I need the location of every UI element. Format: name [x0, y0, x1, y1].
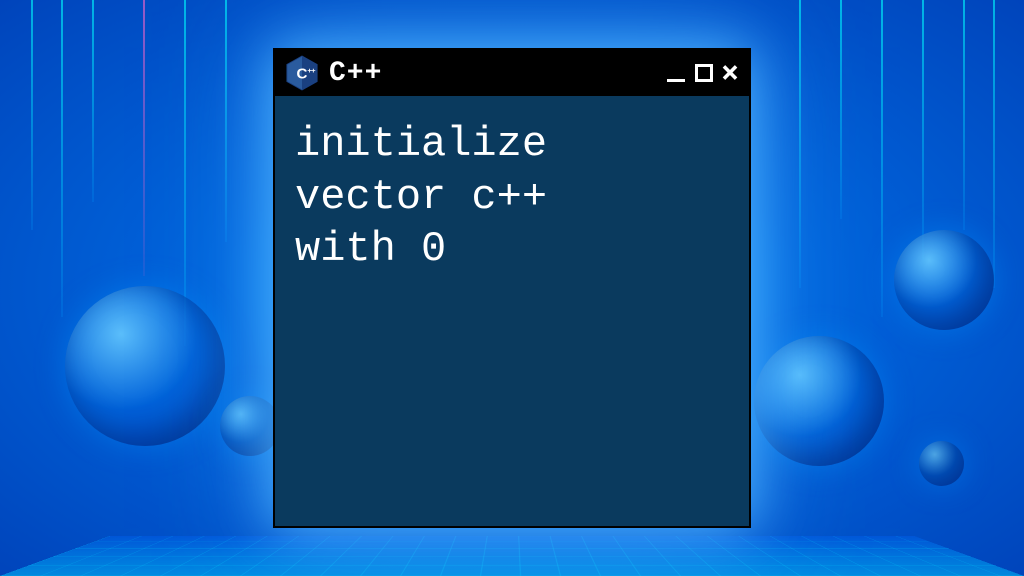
close-button[interactable]: × — [721, 58, 739, 88]
code-content: initialize vector c++ with 0 — [295, 118, 729, 276]
maximize-icon — [695, 64, 713, 82]
minimize-button[interactable] — [667, 65, 687, 82]
maximize-button[interactable] — [695, 64, 713, 82]
titlebar[interactable]: C + + C++ × — [275, 50, 749, 96]
window-controls: × — [667, 58, 739, 88]
svg-text:+: + — [311, 66, 316, 75]
window-body: initialize vector c++ with 0 — [275, 96, 749, 298]
cpp-hexagon-icon: C + + — [285, 54, 319, 92]
close-icon: × — [721, 58, 739, 88]
svg-text:C: C — [297, 66, 308, 83]
minimize-icon — [667, 79, 685, 82]
application-window: C + + C++ × initialize vector c++ with 0 — [273, 48, 751, 528]
window-title: C++ — [329, 58, 657, 89]
